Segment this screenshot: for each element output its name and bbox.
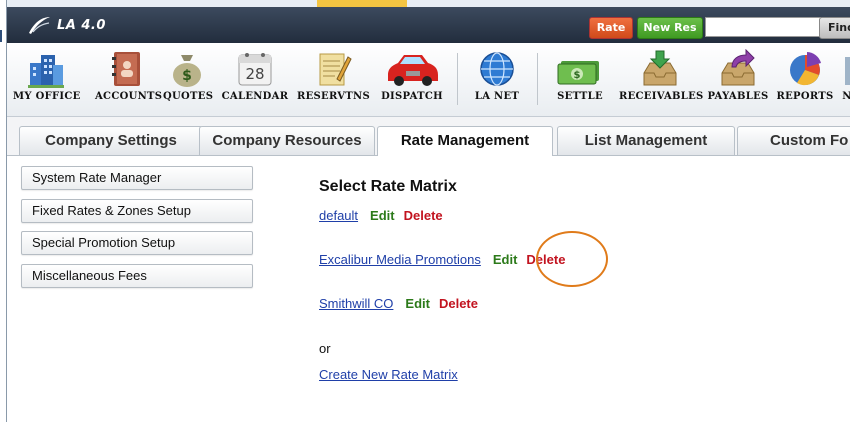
tab-list-management[interactable]: List Management <box>557 126 735 155</box>
left-edge-marker <box>0 30 2 42</box>
main-toolbar: MY OFFICE ACCOUNTS $ QUOTES 28 CALENDAR … <box>7 43 850 117</box>
create-rate-matrix-link[interactable]: Create New Rate Matrix <box>319 367 458 382</box>
toolbar-label: MY OFFICE <box>13 91 81 102</box>
sidebar-item-miscellaneous-fees[interactable]: Miscellaneous Fees <box>21 264 253 288</box>
toolbar-dispatch[interactable]: DISPATCH <box>379 45 445 115</box>
outbox-tray-icon <box>718 48 758 89</box>
toolbar-label: LA NET <box>474 91 520 102</box>
toolbar-label: QUOTES <box>163 91 214 102</box>
inbox-tray-icon <box>640 49 680 89</box>
calendar-icon: 28 <box>235 49 275 89</box>
page-title: Select Rate Matrix <box>319 178 457 195</box>
tab-company-resources[interactable]: Company Resources <box>199 126 375 155</box>
edit-link[interactable]: Edit <box>493 252 518 267</box>
tab-rate-management[interactable]: Rate Management <box>377 126 553 156</box>
rate-matrix-link[interactable]: default <box>319 208 358 223</box>
settings-tabs: Company Settings Company Resources Rate … <box>7 117 850 156</box>
sidebar-item-special-promotion[interactable]: Special Promotion Setup <box>21 231 253 255</box>
or-separator: or <box>319 341 331 356</box>
app-logo[interactable]: LA 4.0 <box>27 15 106 35</box>
app-header: LA 4.0 Rate New Res Find <box>7 7 850 43</box>
top-strip-highlight <box>317 0 407 7</box>
svg-text:$: $ <box>182 68 192 84</box>
sidebar-item-system-rate-manager[interactable]: System Rate Manager <box>21 166 253 190</box>
office-buildings-icon <box>26 49 66 89</box>
toolbar-label: SETTLE <box>557 91 603 102</box>
toolbar-divider <box>457 53 458 105</box>
toolbar-accounts[interactable]: ACCOUNTS <box>95 45 163 115</box>
toolbar-label: ACCOUNTS <box>95 91 163 102</box>
red-car-icon <box>384 49 440 89</box>
toolbar-label: RECEIVABLES <box>619 91 704 102</box>
swoosh-logo-icon <box>29 17 50 34</box>
app-title: LA 4.0 <box>57 17 106 33</box>
edit-link[interactable]: Edit <box>370 208 395 223</box>
toolbar-label: RESERVTNS <box>297 91 370 102</box>
pie-chart-icon <box>785 49 825 89</box>
tab-custom-fields[interactable]: Custom Fo <box>737 126 850 155</box>
more-icon <box>841 49 850 89</box>
edit-link[interactable]: Edit <box>405 296 430 311</box>
rate-matrix-row: Excalibur Media Promotions Edit Delete <box>319 252 565 267</box>
money-bag-icon: $ <box>167 49 207 89</box>
rate-matrix-link[interactable]: Smithwill CO <box>319 296 393 311</box>
toolbar-payables[interactable]: PAYABLES <box>705 45 771 115</box>
search-input[interactable] <box>705 17 821 37</box>
top-strip <box>7 0 850 7</box>
toolbar-label: CALENDAR <box>221 91 289 102</box>
toolbar-more[interactable]: N <box>841 45 850 115</box>
highlight-circle-annotation <box>536 231 608 287</box>
toolbar-label: DISPATCH <box>381 91 443 102</box>
rate-matrix-link[interactable]: Excalibur Media Promotions <box>319 252 481 267</box>
rate-matrix-row: default Edit Delete <box>319 208 443 223</box>
toolbar-la-net[interactable]: LA NET <box>469 45 525 115</box>
toolbar-reservtns[interactable]: RESERVTNS <box>297 45 370 115</box>
notepad-pencil-icon <box>313 49 353 89</box>
rate-matrix-row: Smithwill CO Edit Delete <box>319 296 478 311</box>
delete-link[interactable]: Delete <box>439 296 478 311</box>
toolbar-settle[interactable]: $ SETTLE <box>551 45 609 115</box>
find-button[interactable]: Find <box>819 17 850 39</box>
toolbar-quotes[interactable]: $ QUOTES <box>163 45 214 115</box>
tab-company-settings[interactable]: Company Settings <box>19 126 203 155</box>
svg-text:$: $ <box>574 70 581 81</box>
new-res-button[interactable]: New Res <box>637 17 703 39</box>
rate-button[interactable]: Rate <box>589 17 633 39</box>
address-book-icon <box>106 49 146 89</box>
delete-link[interactable]: Delete <box>404 208 443 223</box>
sidebar-item-fixed-rates-zones[interactable]: Fixed Rates & Zones Setup <box>21 199 253 223</box>
toolbar-reports[interactable]: REPORTS <box>775 45 835 115</box>
app-window: LA 4.0 Rate New Res Find MY OFFICE <box>6 0 850 422</box>
globe-icon <box>477 49 517 89</box>
calendar-day: 28 <box>245 65 265 83</box>
left-edge <box>0 0 5 422</box>
cash-icon: $ <box>555 49 605 89</box>
toolbar-my-office[interactable]: MY OFFICE <box>13 45 81 115</box>
toolbar-calendar[interactable]: 28 CALENDAR <box>221 45 289 115</box>
toolbar-label: N <box>842 91 850 102</box>
toolbar-divider <box>537 53 538 105</box>
toolbar-receivables[interactable]: RECEIVABLES <box>619 45 704 115</box>
toolbar-label: PAYABLES <box>707 91 769 102</box>
toolbar-label: REPORTS <box>776 91 834 102</box>
